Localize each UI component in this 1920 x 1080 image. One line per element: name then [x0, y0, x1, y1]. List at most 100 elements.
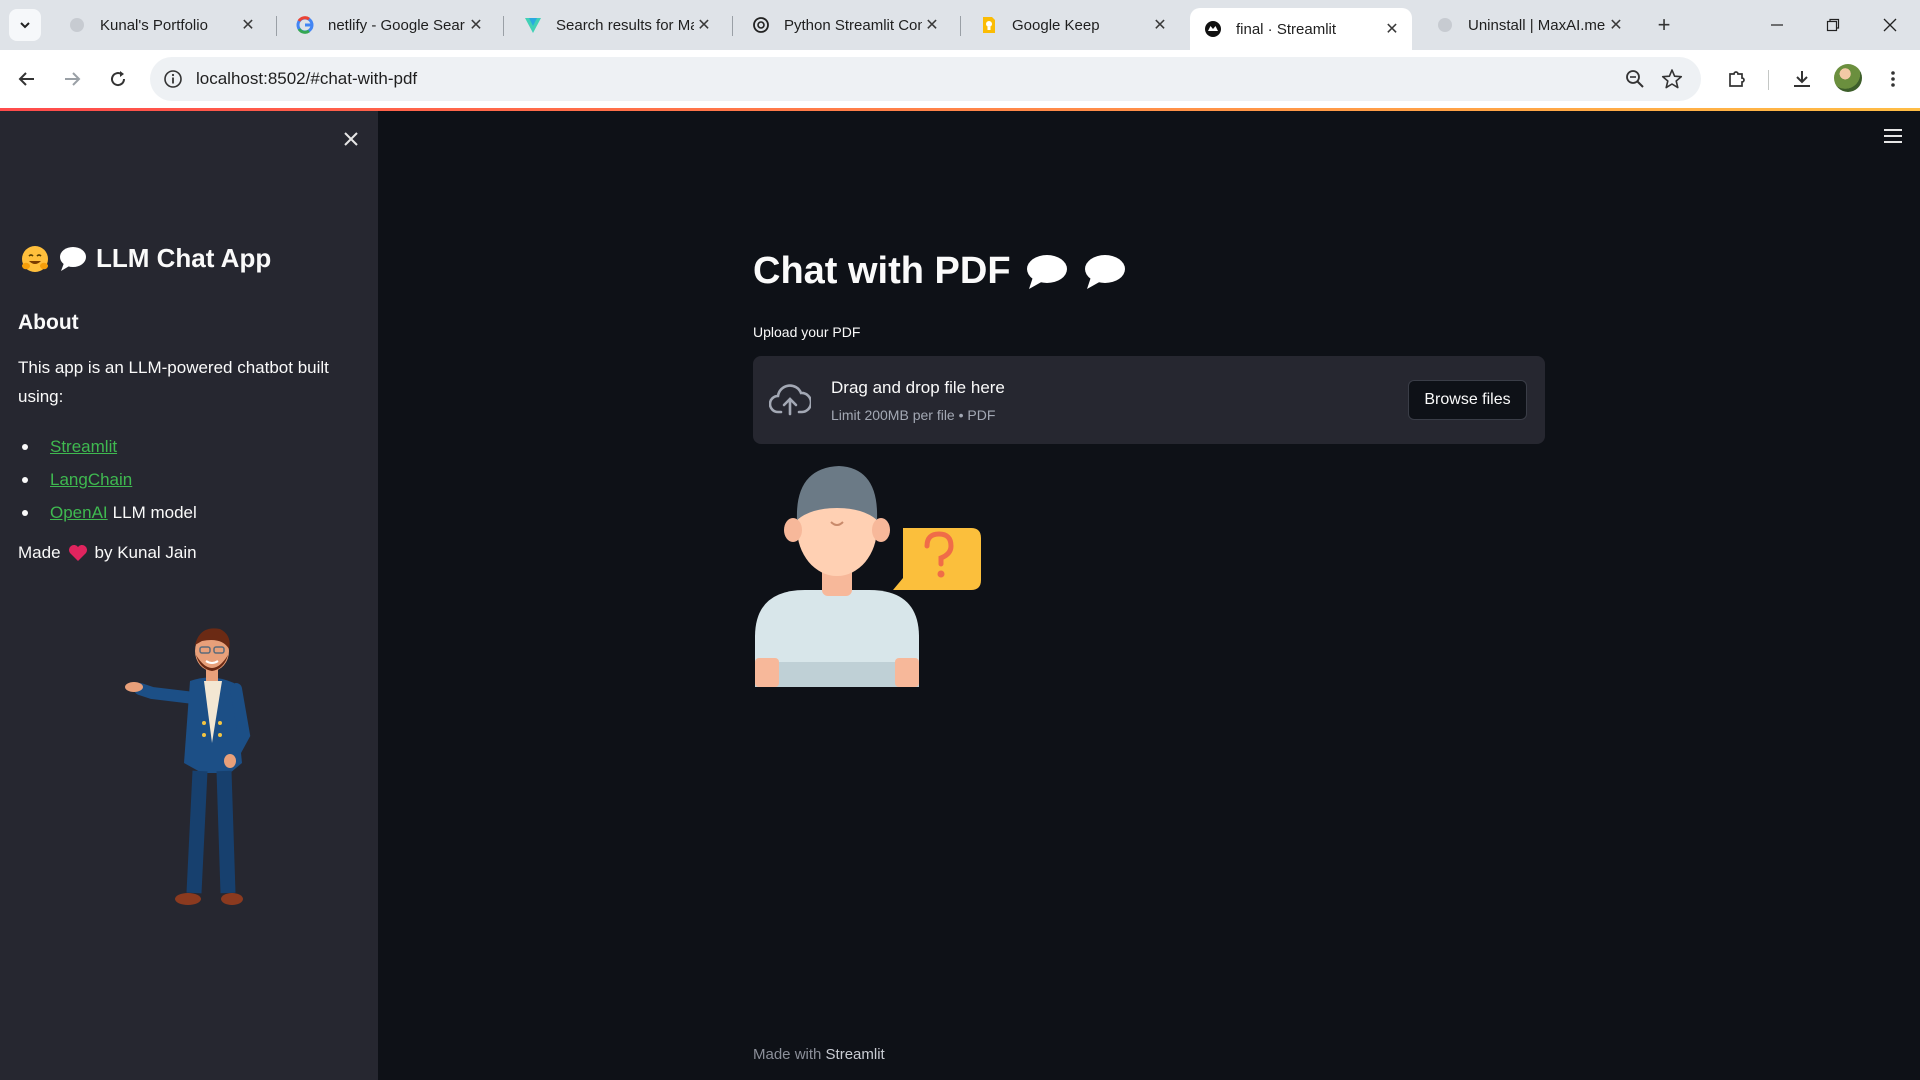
- info-icon[interactable]: [163, 69, 183, 89]
- tab-title: netlify - Google Sear: [328, 16, 465, 34]
- presenting-man-illustration: [125, 628, 251, 905]
- hugging-face-emoji-icon: [22, 245, 48, 272]
- streamlit-icon: [1204, 20, 1222, 38]
- made-suffix: by Kunal Jain: [94, 543, 197, 562]
- tab-title: final · Streamlit: [1236, 20, 1337, 38]
- file-dropzone[interactable]: Drag and drop file here Limit 200MB per …: [753, 356, 1545, 444]
- restore-button[interactable]: [1813, 10, 1853, 40]
- tab-title: Google Keep: [1012, 16, 1100, 34]
- tab-close-icon[interactable]: ✕: [466, 15, 486, 35]
- minimize-button[interactable]: [1757, 10, 1797, 40]
- tab-final-streamlit[interactable]: final · Streamlit ✕: [1190, 8, 1412, 50]
- zoom-icon[interactable]: [1625, 69, 1645, 89]
- sidebar-app-title: LLM Chat App: [20, 243, 271, 274]
- tab-close-icon[interactable]: ✕: [1606, 15, 1626, 35]
- tab-close-icon[interactable]: ✕: [238, 15, 258, 35]
- tab-bar: Kunal's Portfolio ✕ netlify - Google Sea…: [0, 0, 1920, 50]
- avatar[interactable]: [1834, 64, 1862, 92]
- kebab-menu-icon: [1891, 71, 1895, 87]
- upload-label: Upload your PDF: [753, 324, 861, 340]
- tab-google-keep[interactable]: Google Keep ✕: [966, 8, 1180, 42]
- arrow-right-icon: [65, 72, 81, 86]
- browse-files-button[interactable]: Browse files: [1408, 380, 1527, 420]
- speech-bubble-icon: [1026, 254, 1067, 289]
- chevron-down-icon: [20, 22, 30, 29]
- streamlit-footer-link[interactable]: Streamlit: [826, 1046, 885, 1063]
- made-prefix: Made: [18, 543, 61, 562]
- toolbar-divider: [1768, 70, 1769, 90]
- dropzone-instructions: Drag and drop file here: [831, 378, 1005, 397]
- tab-close-icon[interactable]: ✕: [922, 15, 942, 35]
- forward-button[interactable]: [57, 64, 87, 94]
- list-item: OpenAI LLM model: [22, 496, 197, 529]
- hamburger-menu-icon[interactable]: [1882, 126, 1904, 146]
- new-tab-button[interactable]: +: [1650, 11, 1678, 39]
- page-title: Chat with PDF: [753, 250, 1127, 293]
- openai-link[interactable]: OpenAI: [50, 503, 108, 523]
- about-description: This app is an LLM-powered chatbot built…: [18, 358, 329, 406]
- heart-icon: [68, 545, 87, 561]
- google-icon: [296, 16, 314, 34]
- extensions-button[interactable]: [1722, 64, 1752, 94]
- close-window-button[interactable]: [1870, 10, 1910, 40]
- streamlit-link[interactable]: Streamlit: [50, 437, 117, 457]
- reload-button[interactable]: [103, 64, 133, 94]
- tab-uninstall-maxai[interactable]: Uninstall | MaxAI.me ✕: [1422, 8, 1636, 42]
- dropzone-limit: Limit 200MB per file • PDF: [831, 407, 996, 423]
- downloads-button[interactable]: [1787, 64, 1817, 94]
- tab-separator: [960, 16, 961, 36]
- app-title-text: LLM Chat App: [96, 243, 272, 273]
- globe-icon: [1436, 16, 1454, 34]
- cloud-upload-icon: [769, 384, 811, 416]
- list-item: LangChain: [22, 463, 197, 496]
- bullet: [22, 509, 28, 516]
- download-icon: [1794, 71, 1810, 87]
- page-title-text: Chat with PDF: [753, 250, 1011, 292]
- url-text[interactable]: localhost:8502/#chat-with-pdf: [196, 69, 417, 89]
- langchain-link[interactable]: LangChain: [50, 470, 132, 490]
- tab-title: Uninstall | MaxAI.me: [1468, 16, 1606, 34]
- openai-icon: [752, 16, 770, 34]
- close-sidebar-icon[interactable]: [339, 127, 363, 151]
- tab-title: Python Streamlit Con: [784, 16, 922, 34]
- close-icon: [1883, 18, 1897, 32]
- tab-close-icon[interactable]: ✕: [1150, 15, 1170, 35]
- about-heading: About: [18, 311, 79, 334]
- vite-icon: [524, 16, 542, 34]
- globe-icon: [68, 16, 86, 34]
- url-bar[interactable]: localhost:8502/#chat-with-pdf: [150, 57, 1701, 101]
- back-button[interactable]: [12, 64, 42, 94]
- tab-netlify-google-search[interactable]: netlify - Google Sear ✕: [282, 8, 496, 42]
- footer-prefix: Made with: [753, 1046, 822, 1063]
- restore-icon: [1826, 18, 1840, 32]
- tech-list: Streamlit LangChain OpenAI LLM model: [22, 430, 197, 529]
- bullet: [22, 476, 28, 483]
- footer: Made with Streamlit: [753, 1046, 885, 1063]
- bullet: [22, 443, 28, 450]
- tab-close-icon[interactable]: ✕: [694, 15, 714, 35]
- tab-separator: [276, 16, 277, 36]
- person-question-illustration: [755, 466, 981, 687]
- arrow-left-icon: [18, 72, 34, 86]
- minimize-icon: [1771, 24, 1783, 26]
- speech-bubble-icon: [60, 246, 86, 271]
- speech-bubble-icon: [1084, 254, 1125, 289]
- tab-close-icon[interactable]: ✕: [1382, 19, 1402, 39]
- sidebar: LLM Chat App About This app is an LLM-po…: [0, 111, 378, 1080]
- tab-kunals-portfolio[interactable]: Kunal's Portfolio ✕: [54, 8, 268, 42]
- address-bar: localhost:8502/#chat-with-pdf: [0, 50, 1920, 108]
- openai-suffix: LLM model: [112, 502, 197, 522]
- keep-icon: [980, 16, 998, 34]
- tab-title: Search results for Ma: [556, 16, 694, 34]
- browser-menu-button[interactable]: [1878, 64, 1908, 94]
- tab-separator: [503, 16, 504, 36]
- list-item: Streamlit: [22, 430, 197, 463]
- tab-search-button[interactable]: [9, 9, 41, 41]
- tab-title: Kunal's Portfolio: [100, 16, 208, 34]
- star-icon[interactable]: [1661, 68, 1683, 90]
- tab-python-streamlit[interactable]: Python Streamlit Con ✕: [738, 8, 952, 42]
- reload-icon: [111, 71, 126, 87]
- tab-search-results[interactable]: Search results for Ma ✕: [510, 8, 724, 42]
- puzzle-icon: [1729, 71, 1745, 87]
- tab-separator: [732, 16, 733, 36]
